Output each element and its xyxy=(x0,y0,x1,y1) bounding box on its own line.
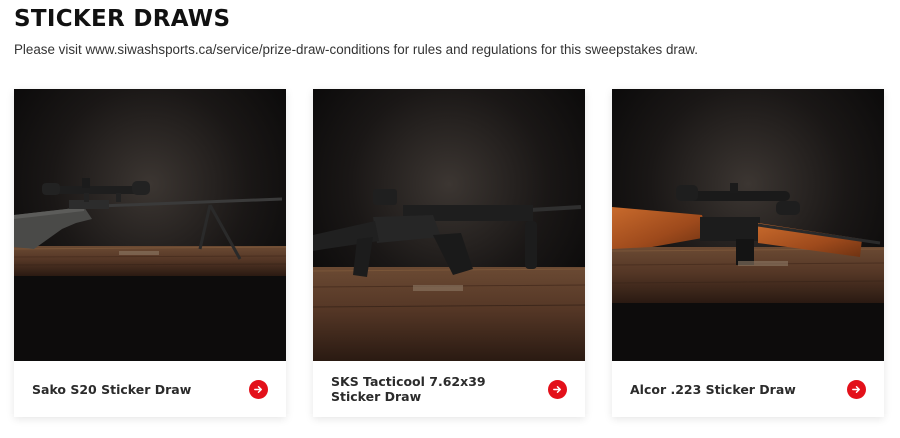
page-subtitle: Please visit www.siwashsports.ca/service… xyxy=(14,42,698,57)
card-footer: SKS Tacticool 7.62x39 Sticker Draw xyxy=(313,361,585,417)
card-title[interactable]: Alcor .223 Sticker Draw xyxy=(630,382,796,397)
sks-tacticool-rifle-photo xyxy=(313,89,585,361)
card-footer: Alcor .223 Sticker Draw xyxy=(612,361,884,417)
draw-card-sako-s20[interactable]: Sako S20 Sticker Draw xyxy=(14,89,286,417)
alcor-223-rifle-photo xyxy=(612,89,884,361)
arrow-right-icon[interactable] xyxy=(847,379,866,399)
sako-s20-rifle-photo xyxy=(14,89,286,361)
draw-card-alcor-223[interactable]: Alcor .223 Sticker Draw xyxy=(612,89,884,417)
page-title: STICKER DRAWS xyxy=(14,6,231,32)
card-footer: Sako S20 Sticker Draw xyxy=(14,361,286,417)
card-title[interactable]: SKS Tacticool 7.62x39 Sticker Draw xyxy=(331,374,531,404)
card-title[interactable]: Sako S20 Sticker Draw xyxy=(32,382,191,397)
arrow-right-icon[interactable] xyxy=(548,379,567,399)
draw-card-sks-tacticool[interactable]: SKS Tacticool 7.62x39 Sticker Draw xyxy=(313,89,585,417)
arrow-right-icon[interactable] xyxy=(249,379,268,399)
sticker-draws-page: STICKER DRAWS Please visit www.siwashspo… xyxy=(0,0,900,438)
